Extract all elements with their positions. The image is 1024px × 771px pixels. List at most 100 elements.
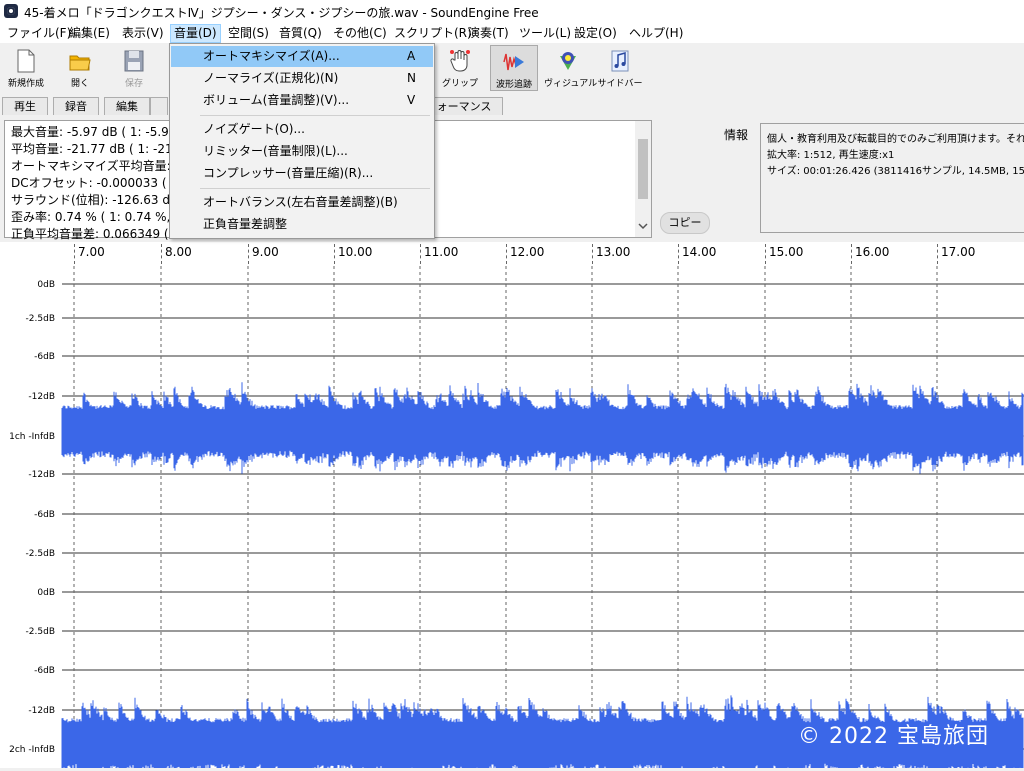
ruler-label: 15.00 — [769, 245, 804, 259]
sidebar-button[interactable]: サイドバー — [596, 45, 644, 91]
menu-help[interactable]: ヘルプ(H) — [626, 25, 686, 42]
menu-other[interactable]: その他(C) — [330, 25, 390, 42]
stats-scrollbar[interactable] — [635, 121, 651, 237]
menu-separator — [200, 188, 430, 189]
menu-item-label: ノーマライズ(正規化)(N) — [203, 71, 339, 85]
menu-item-compressor[interactable]: コンプレッサー(音量圧縮)(R)... — [171, 163, 433, 184]
menu-item-auto-maximize[interactable]: オートマキシマイズ(A)... A — [171, 46, 433, 67]
stat-surround: サラウンド(位相): -126.63 dB — [11, 193, 179, 207]
stat-pos-neg-diff: 正負平均音量差: 0.066349 ( — [11, 227, 169, 241]
menu-tools[interactable]: ツール(L) — [516, 25, 574, 42]
menu-edit[interactable]: 編集(E) — [66, 25, 113, 42]
db-label: -12dB — [28, 470, 55, 480]
ruler-tick — [248, 244, 249, 264]
grip-hand-icon — [450, 50, 470, 72]
new-button[interactable]: 新規作成 — [2, 45, 50, 91]
db-label: 0dB — [37, 588, 55, 598]
time-ruler[interactable]: 7.00 8.00 9.00 10.00 11.00 12.00 13.00 1… — [0, 242, 1024, 266]
new-file-icon — [17, 49, 35, 73]
ruler-tick — [678, 244, 679, 264]
db-label: -2.5dB — [26, 627, 55, 637]
menu-item-accelerator: A — [407, 49, 416, 63]
db-label: 0dB — [37, 280, 55, 290]
db-label: -2.5dB — [26, 314, 55, 324]
db-gridlines — [62, 283, 1024, 750]
menu-item-pos-neg-adjust[interactable]: 正負音量差調整 — [171, 214, 433, 235]
menu-bar: ファイル(F) 編集(E) 表示(V) 音量(D) 空間(S) 音質(Q) その… — [0, 23, 1024, 43]
menu-item-label: ノイズゲート(O)... — [203, 122, 305, 136]
db-label: -6dB — [34, 666, 55, 676]
visual-eye-icon — [560, 52, 576, 70]
menu-separator — [200, 115, 430, 116]
tab-edit[interactable]: 編集 — [104, 97, 150, 115]
sidebar-note-icon — [611, 50, 629, 72]
menu-item-normalize[interactable]: ノーマライズ(正規化)(N) N — [171, 68, 433, 89]
sidebar-button-label: サイドバー — [597, 79, 643, 89]
waveform-follow-label: 波形追跡 — [495, 80, 532, 90]
menu-script[interactable]: スクリプト(R) — [391, 25, 475, 42]
menu-settings[interactable]: 設定(O) — [571, 25, 620, 42]
menu-item-label: ボリューム(音量調整)(V)... — [203, 93, 350, 107]
waveform-view[interactable]: 0dB -2.5dB -6dB -12dB 1ch -InfdB -12dB -6dB -2.… — [0, 266, 1024, 768]
ruler-tick — [161, 244, 162, 264]
menu-item-label: コンプレッサー(音量圧縮)(R)... — [203, 166, 374, 180]
db-label: -6dB — [34, 352, 55, 362]
info-zoom: 拡大率: 1:512, 再生速度:x1 — [767, 150, 895, 161]
menu-item-auto-balance[interactable]: オートバランス(左右音量差調整)(B) — [171, 192, 433, 213]
menu-play[interactable]: 演奏(T) — [465, 25, 512, 42]
waveform-follow-button[interactable]: 波形追跡 — [490, 45, 538, 91]
visual-button-label: ヴィジュアル — [544, 79, 598, 89]
menu-item-label: オートバランス(左右音量差調整)(B) — [203, 195, 398, 209]
db-label: -12dB — [28, 706, 55, 716]
ruler-label: 13.00 — [596, 245, 631, 259]
stat-max-volume: 最大音量: -5.97 dB ( 1: -5.97 — [11, 125, 177, 139]
ruler-label: 10.00 — [338, 245, 373, 259]
volume-menu-dropdown: オートマキシマイズ(A)... A ノーマライズ(正規化)(N) N ボリューム… — [169, 43, 435, 239]
ruler-tick — [851, 244, 852, 264]
info-size: サイズ: 00:01:26.426 (3811416サンプル, 14.5MB, … — [767, 166, 1024, 177]
grip-button[interactable]: グリップ — [436, 45, 484, 91]
menu-file[interactable]: ファイル(F) — [4, 25, 74, 42]
open-button[interactable]: 開く — [56, 45, 104, 91]
menu-item-noise-gate[interactable]: ノイズゲート(O)... — [171, 119, 433, 140]
visual-button[interactable]: ヴィジュアル — [544, 45, 598, 91]
app-icon[interactable] — [4, 4, 18, 18]
ruler-tick — [334, 244, 335, 264]
menu-quality[interactable]: 音質(Q) — [276, 25, 325, 42]
db-label: 2ch -InfdB — [9, 745, 55, 755]
window-title: 45-着メロ「ドラゴンクエストⅣ」ジプシー・ダンス・ジプシーの旅.wav - S… — [24, 6, 539, 20]
waveform-follow-icon — [503, 53, 524, 71]
ruler-label: 8.00 — [165, 245, 192, 259]
menu-item-volume[interactable]: ボリューム(音量調整)(V)... V — [171, 90, 433, 111]
scroll-down-icon[interactable] — [638, 222, 648, 230]
tab-record[interactable]: 録音 — [53, 97, 99, 115]
copy-button[interactable]: コピー — [660, 212, 710, 234]
save-button[interactable]: 保存 — [110, 45, 158, 91]
ruler-tick — [74, 244, 75, 264]
time-gridlines — [73, 266, 938, 768]
tab-hidden[interactable] — [150, 97, 168, 115]
stat-avg-volume: 平均音量: -21.77 dB ( 1: -21 — [11, 142, 173, 156]
ruler-label: 17.00 — [941, 245, 976, 259]
db-label: -6dB — [34, 510, 55, 520]
menu-view[interactable]: 表示(V) — [119, 25, 167, 42]
menu-volume[interactable]: 音量(D) — [170, 24, 221, 43]
tab-play[interactable]: 再生 — [2, 97, 48, 115]
menu-item-limiter[interactable]: リミッター(音量制限)(L)... — [171, 141, 433, 162]
info-license: 個人・教育利用及び転載目的でのみご利用頂けます。それ — [767, 134, 1024, 145]
menu-item-label: オートマキシマイズ(A)... — [203, 49, 340, 63]
menu-space[interactable]: 空間(S) — [225, 25, 272, 42]
stat-distortion: 歪み率: 0.74 % ( 1: 0.74 %, — [11, 210, 171, 224]
stat-automax-avg: オートマキシマイズ平均音量: -2 — [11, 159, 187, 173]
ruler-tick — [937, 244, 938, 264]
db-label: -12dB — [28, 392, 55, 402]
tab-performance[interactable]: ォーマンス — [425, 97, 503, 115]
grip-button-label: グリップ — [441, 79, 478, 89]
ruler-tick — [420, 244, 421, 264]
save-disk-icon — [124, 50, 144, 72]
ruler-label: 14.00 — [682, 245, 717, 259]
stats-scroll-thumb[interactable] — [638, 139, 648, 199]
waveform-canvas[interactable]: 0dB -2.5dB -6dB -12dB 1ch -InfdB -12dB -6dB -2.… — [0, 266, 1024, 768]
ruler-tick — [506, 244, 507, 264]
title-bar: 45-着メロ「ドラゴンクエストⅣ」ジプシー・ダンス・ジプシーの旅.wav - S… — [0, 0, 1024, 23]
